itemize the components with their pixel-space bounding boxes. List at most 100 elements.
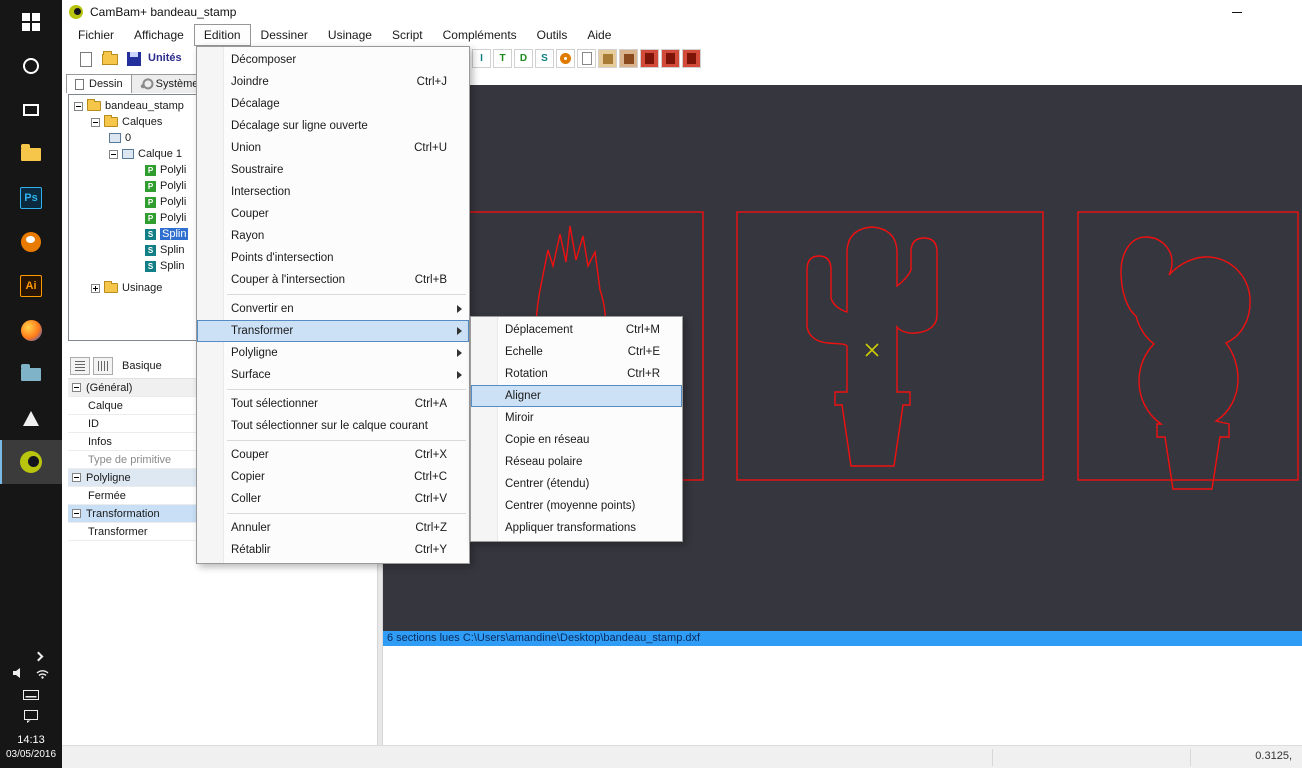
folder-icon [104,117,118,127]
library-button[interactable] [598,49,617,68]
collapse-icon[interactable] [72,383,81,392]
menu-item[interactable]: Tout sélectionnerCtrl+A [197,393,469,415]
plugin-a-button[interactable] [640,49,659,68]
menu-item[interactable]: CollerCtrl+V [197,488,469,510]
save-button[interactable] [124,49,144,69]
sort-az-button[interactable] [93,357,113,375]
menu-item[interactable]: RétablirCtrl+Y [197,539,469,561]
menu-item[interactable]: Couper à l'intersectionCtrl+B [197,269,469,291]
menu-item-label: Transformer [231,325,293,337]
menu-item-label: Union [231,142,261,154]
collapse-icon[interactable] [72,473,81,482]
menu-outils[interactable]: Outils [527,24,578,46]
file-explorer-button[interactable] [0,132,62,176]
windows-taskbar: Ps Ai 14:13 03/05/2016 [0,0,62,768]
menu-item[interactable]: AnnulerCtrl+Z [197,517,469,539]
cactus-shape-2[interactable] [807,227,937,466]
gcode-view-button[interactable] [577,49,596,68]
menu-dessiner[interactable]: Dessiner [251,24,318,46]
stamp-frame-2[interactable] [737,212,1043,480]
menu-item[interactable]: Appliquer transformations [471,517,682,539]
folder-button[interactable] [0,352,62,396]
collapse-icon[interactable] [72,509,81,518]
taskbar-clock[interactable]: 14:13 03/05/2016 [6,733,56,762]
menu-item[interactable]: Points d'intersection [197,247,469,269]
hidden-icons-chevron[interactable] [33,651,43,661]
menu-item-label: Surface [231,369,271,381]
drill-tool-button[interactable]: D [514,49,533,68]
text-tool-button[interactable]: T [493,49,512,68]
expand-icon[interactable] [91,284,100,293]
cactus-shape-3[interactable] [1121,237,1250,489]
collapse-icon[interactable] [109,150,118,159]
menu-fichier[interactable]: Fichier [68,24,124,46]
torus-tool-button[interactable] [556,49,575,68]
categorize-view-button[interactable] [70,357,90,375]
menu-item-submenu[interactable]: Surface [197,364,469,386]
open-file-button[interactable] [100,49,120,69]
cortana-button[interactable] [0,44,62,88]
action-center-icon[interactable] [24,710,38,726]
collapse-icon[interactable] [74,102,83,111]
menu-item-transformer[interactable]: Transformer [197,320,469,342]
touch-keyboard-icon[interactable] [23,689,39,703]
menu-item[interactable]: Réseau polaire [471,451,682,473]
new-document-button[interactable] [76,49,96,69]
menu-aide[interactable]: Aide [577,24,621,46]
menu-item[interactable]: Couper [197,203,469,225]
menu-item[interactable]: Copie en réseau [471,429,682,451]
menu-item[interactable]: Centrer (étendu) [471,473,682,495]
menu-item-shortcut: Ctrl+V [391,493,447,505]
menu-item[interactable]: Tout sélectionner sur le calque courant [197,415,469,437]
menu-item-label: Décalage sur ligne ouverte [231,120,368,132]
menu-script[interactable]: Script [382,24,433,46]
menu-usinage[interactable]: Usinage [318,24,382,46]
spline-tool-button[interactable]: S [535,49,554,68]
manual-button[interactable] [682,49,701,68]
menu-item[interactable]: Décalage sur ligne ouverte [197,115,469,137]
menu-edition[interactable]: Edition [194,24,251,46]
menu-item[interactable]: UnionCtrl+U [197,137,469,159]
menu-complements[interactable]: Compléments [433,24,527,46]
menu-item-submenu[interactable]: Convertir en [197,298,469,320]
view-basique-button[interactable]: Basique [116,358,168,374]
photoshop-button[interactable]: Ps [0,176,62,220]
menu-item[interactable]: RotationCtrl+R [471,363,682,385]
plugin-b-button[interactable] [661,49,680,68]
menu-item[interactable]: Rayon [197,225,469,247]
menu-item[interactable]: JoindreCtrl+J [197,71,469,93]
start-button[interactable] [0,0,62,44]
menu-separator [197,386,469,393]
manual-icon [687,53,696,64]
firefox-button[interactable] [0,308,62,352]
menu-item[interactable]: Centrer (moyenne points) [471,495,682,517]
menu-item-label: Annuler [231,522,271,534]
blender-button[interactable] [0,220,62,264]
parts-button[interactable] [619,49,638,68]
menu-item[interactable]: DéplacementCtrl+M [471,319,682,341]
media-player-button[interactable] [0,396,62,440]
menu-affichage[interactable]: Affichage [124,24,194,46]
illustrator-button[interactable]: Ai [0,264,62,308]
menu-item[interactable]: Miroir [471,407,682,429]
menu-item[interactable]: Décalage [197,93,469,115]
profile-tool-button[interactable]: I [472,49,491,68]
stamp-frame-3[interactable] [1078,212,1298,480]
volume-icon[interactable] [12,667,26,682]
tab-dessin[interactable]: Dessin [66,74,132,93]
menu-item-shortcut: Ctrl+X [391,449,447,461]
menu-item[interactable]: EchelleCtrl+E [471,341,682,363]
menu-item[interactable]: CouperCtrl+X [197,444,469,466]
menu-item[interactable]: CopierCtrl+C [197,466,469,488]
menu-item[interactable]: Soustraire [197,159,469,181]
menu-item-submenu[interactable]: Polyligne [197,342,469,364]
menu-item-aligner[interactable]: Aligner [471,385,682,407]
collapse-icon[interactable] [91,118,100,127]
minimize-button[interactable] [1224,2,1250,22]
cambam-taskbar-button[interactable] [0,440,62,484]
menu-item[interactable]: Intersection [197,181,469,203]
network-icon[interactable] [35,667,50,682]
task-view-button[interactable] [0,88,62,132]
menu-item[interactable]: Décomposer [197,49,469,71]
wrench-icon [140,79,151,89]
